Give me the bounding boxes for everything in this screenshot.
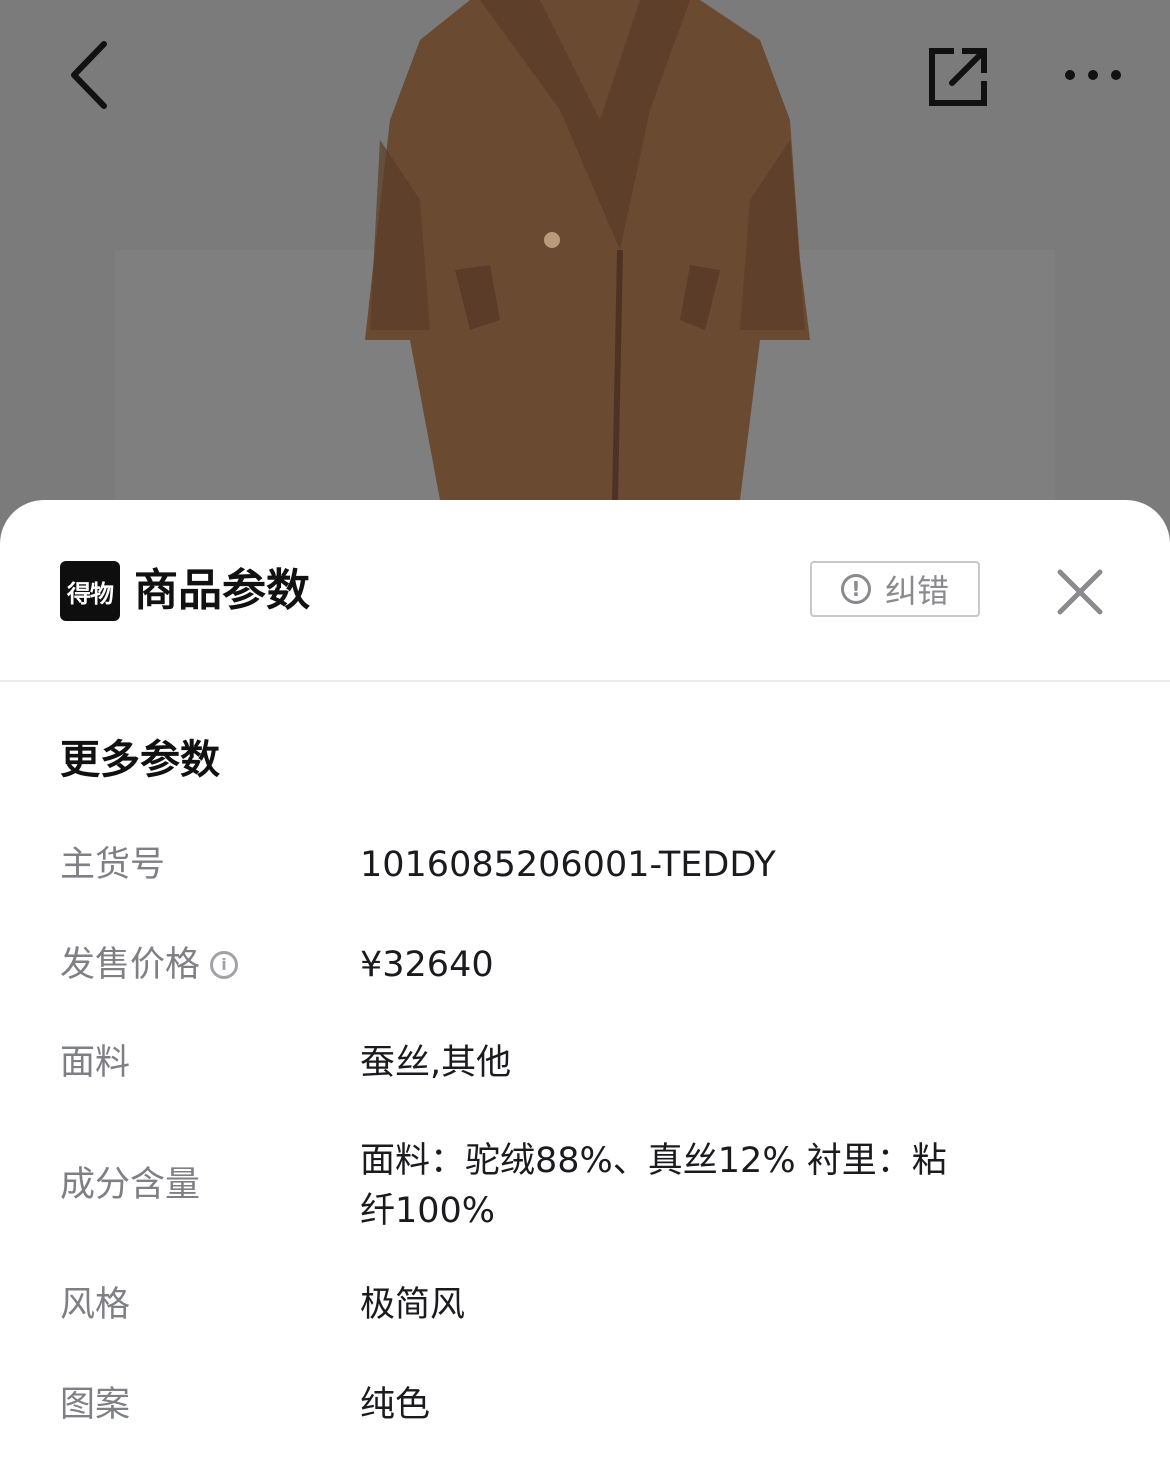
param-label: 图案 bbox=[60, 1385, 131, 1425]
param-value: 纯色 bbox=[360, 1385, 431, 1425]
param-label: 主货号 bbox=[60, 845, 166, 885]
param-value: ¥32640 bbox=[360, 945, 494, 985]
chevron-left-icon bbox=[71, 41, 107, 109]
report-error-button[interactable]: ! 纠错 bbox=[810, 561, 980, 617]
more-button[interactable] bbox=[1048, 40, 1138, 110]
close-icon bbox=[1057, 569, 1103, 615]
app-logo: 得物 bbox=[60, 561, 120, 621]
param-value: 蚕丝,其他 bbox=[360, 1043, 512, 1083]
info-icon[interactable]: i bbox=[210, 951, 239, 979]
param-value: 极简风 bbox=[360, 1285, 466, 1325]
param-value-line: 纤100% bbox=[360, 1191, 496, 1231]
param-label: 面料 bbox=[60, 1043, 131, 1083]
more-horizontal-icon bbox=[1065, 70, 1121, 80]
param-value: 1016085206001-TEDDY bbox=[360, 845, 776, 885]
product-params-sheet: 得物 商品参数 ! 纠错 更多参数 主货号 1016085206001-TEDD… bbox=[0, 500, 1170, 1458]
report-error-label: 纠错 bbox=[884, 572, 949, 610]
share-button[interactable] bbox=[912, 34, 1004, 120]
sheet-title: 商品参数 bbox=[134, 565, 310, 616]
param-label-text: 发售价格 bbox=[60, 945, 201, 985]
param-label: 风格 bbox=[60, 1285, 131, 1325]
exclamation-circle-icon: ! bbox=[840, 574, 871, 604]
param-label: 成分含量 bbox=[60, 1165, 201, 1205]
param-value-composition: 面料：驼绒88%、真丝12% 衬里：粘 纤100% bbox=[360, 1136, 980, 1236]
param-value-line: 面料：驼绒88%、真丝12% 衬里：粘 bbox=[360, 1141, 947, 1181]
close-button[interactable] bbox=[1050, 562, 1110, 622]
back-button[interactable] bbox=[48, 30, 128, 120]
section-title: 更多参数 bbox=[60, 737, 220, 783]
share-external-icon bbox=[929, 48, 987, 106]
param-label-price: 发售价格 i bbox=[60, 940, 239, 990]
sheet-header: 得物 商品参数 ! 纠错 bbox=[0, 500, 1170, 682]
